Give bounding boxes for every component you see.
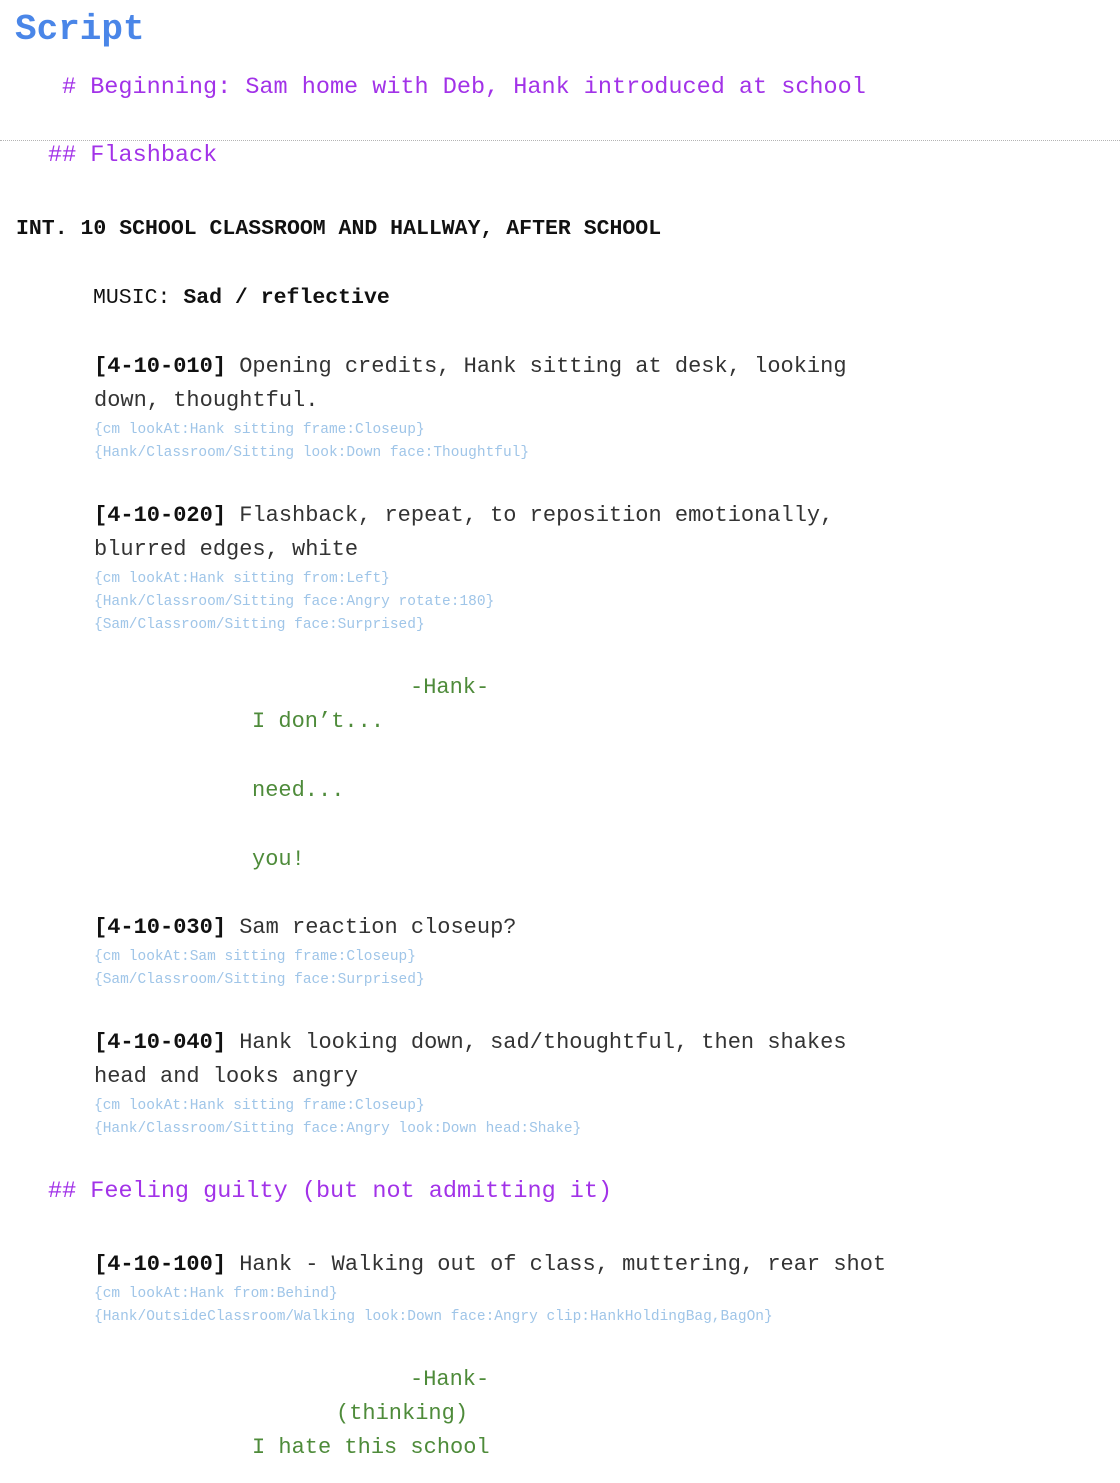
shot-text: Hank looking down, sad/thoughtful, then … — [226, 1030, 847, 1055]
character-cue: {Hank/Classroom/Sitting face:Angry rotat… — [94, 594, 495, 610]
shot-action-continued: head and looks angry — [94, 1064, 359, 1089]
shot-id: [4-10-100] — [94, 1252, 227, 1277]
beginning-heading: # Beginning: Sam home with Deb, Hank int… — [62, 74, 866, 101]
shot-action-continued: blurred edges, white — [94, 537, 359, 562]
dialogue-character: -Hank- — [410, 675, 490, 700]
shot-id: [4-10-030] — [94, 915, 227, 940]
page-title: Script — [15, 9, 145, 50]
dialogue-character: -Hank- — [410, 1367, 490, 1392]
camera-cue: {cm lookAt:Hank sitting from:Left} — [94, 571, 390, 587]
shot-text: Flashback, repeat, to reposition emotion… — [226, 503, 834, 528]
shot-id: [4-10-040] — [94, 1030, 227, 1055]
character-cue: {Hank/Classroom/Sitting face:Angry look:… — [94, 1121, 582, 1137]
scene-heading: INT. 10 SCHOOL CLASSROOM AND HALLWAY, AF… — [16, 217, 662, 241]
shot-action: [4-10-010] Opening credits, Hank sitting… — [94, 350, 1094, 384]
camera-cue: {cm lookAt:Sam sitting frame:Closeup} — [94, 949, 416, 965]
shot-action: [4-10-040] Hank looking down, sad/though… — [94, 1026, 1094, 1060]
dialogue-line: need... — [252, 778, 345, 803]
shot-text: Sam reaction closeup? — [226, 915, 517, 940]
shot-action: [4-10-030] Sam reaction closeup? — [94, 911, 1094, 945]
music-cue: MUSIC: Sad / reflective — [93, 282, 390, 314]
shot-action: [4-10-100] Hank - Walking out of class, … — [94, 1248, 1094, 1282]
character-cue: {Hank/Classroom/Sitting look:Down face:T… — [94, 445, 530, 461]
section-heading-flashback: ## Flashback — [48, 142, 218, 169]
shot-action-continued: down, thoughtful. — [94, 388, 319, 413]
music-value: Sad / reflective — [183, 286, 390, 310]
shot-text: Opening credits, Hank sitting at desk, l… — [226, 354, 847, 379]
shot-text: Hank - Walking out of class, muttering, … — [226, 1252, 887, 1277]
dialogue-line: I hate this school — [252, 1435, 490, 1460]
camera-cue: {cm lookAt:Hank from:Behind} — [94, 1286, 338, 1302]
character-cue: {Sam/Classroom/Sitting face:Surprised} — [94, 972, 425, 988]
dialogue-line: you! — [252, 847, 305, 872]
shot-id: [4-10-020] — [94, 503, 227, 528]
music-label: MUSIC: — [93, 286, 171, 310]
shot-action: [4-10-020] Flashback, repeat, to reposit… — [94, 499, 1094, 533]
character-cue: {Hank/OutsideClassroom/Walking look:Down… — [94, 1309, 773, 1325]
dialogue-line: I don’t... — [252, 709, 385, 734]
camera-cue: {cm lookAt:Hank sitting frame:Closeup} — [94, 422, 425, 438]
camera-cue: {cm lookAt:Hank sitting frame:Closeup} — [94, 1098, 425, 1114]
section-heading-feeling-guilty: ## Feeling guilty (but not admitting it) — [48, 1178, 613, 1205]
shot-id: [4-10-010] — [94, 354, 227, 379]
character-cue: {Sam/Classroom/Sitting face:Surprised} — [94, 617, 425, 633]
dialogue-parenthetical: (thinking) — [336, 1401, 469, 1426]
